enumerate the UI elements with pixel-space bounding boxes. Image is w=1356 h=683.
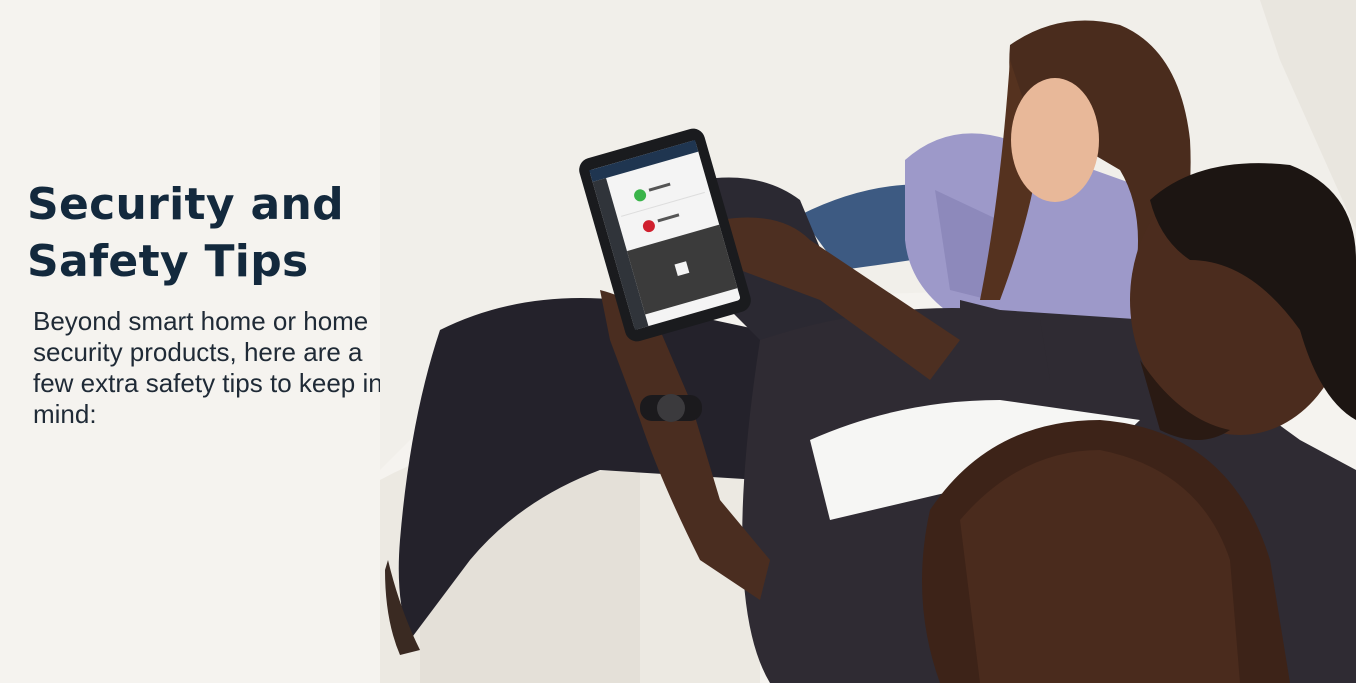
hero-banner: Security and Safety Tips Beyond smart ho… (0, 0, 1356, 683)
hero-description: Beyond smart home or home security produ… (33, 306, 383, 429)
hero-text: Security and Safety Tips Beyond smart ho… (27, 176, 387, 430)
page-title: Security and Safety Tips (27, 176, 387, 290)
title-line-2: Safety Tips (27, 236, 309, 287)
title-line-1: Security and (27, 179, 344, 230)
family-with-tablet-photo (380, 0, 1356, 683)
